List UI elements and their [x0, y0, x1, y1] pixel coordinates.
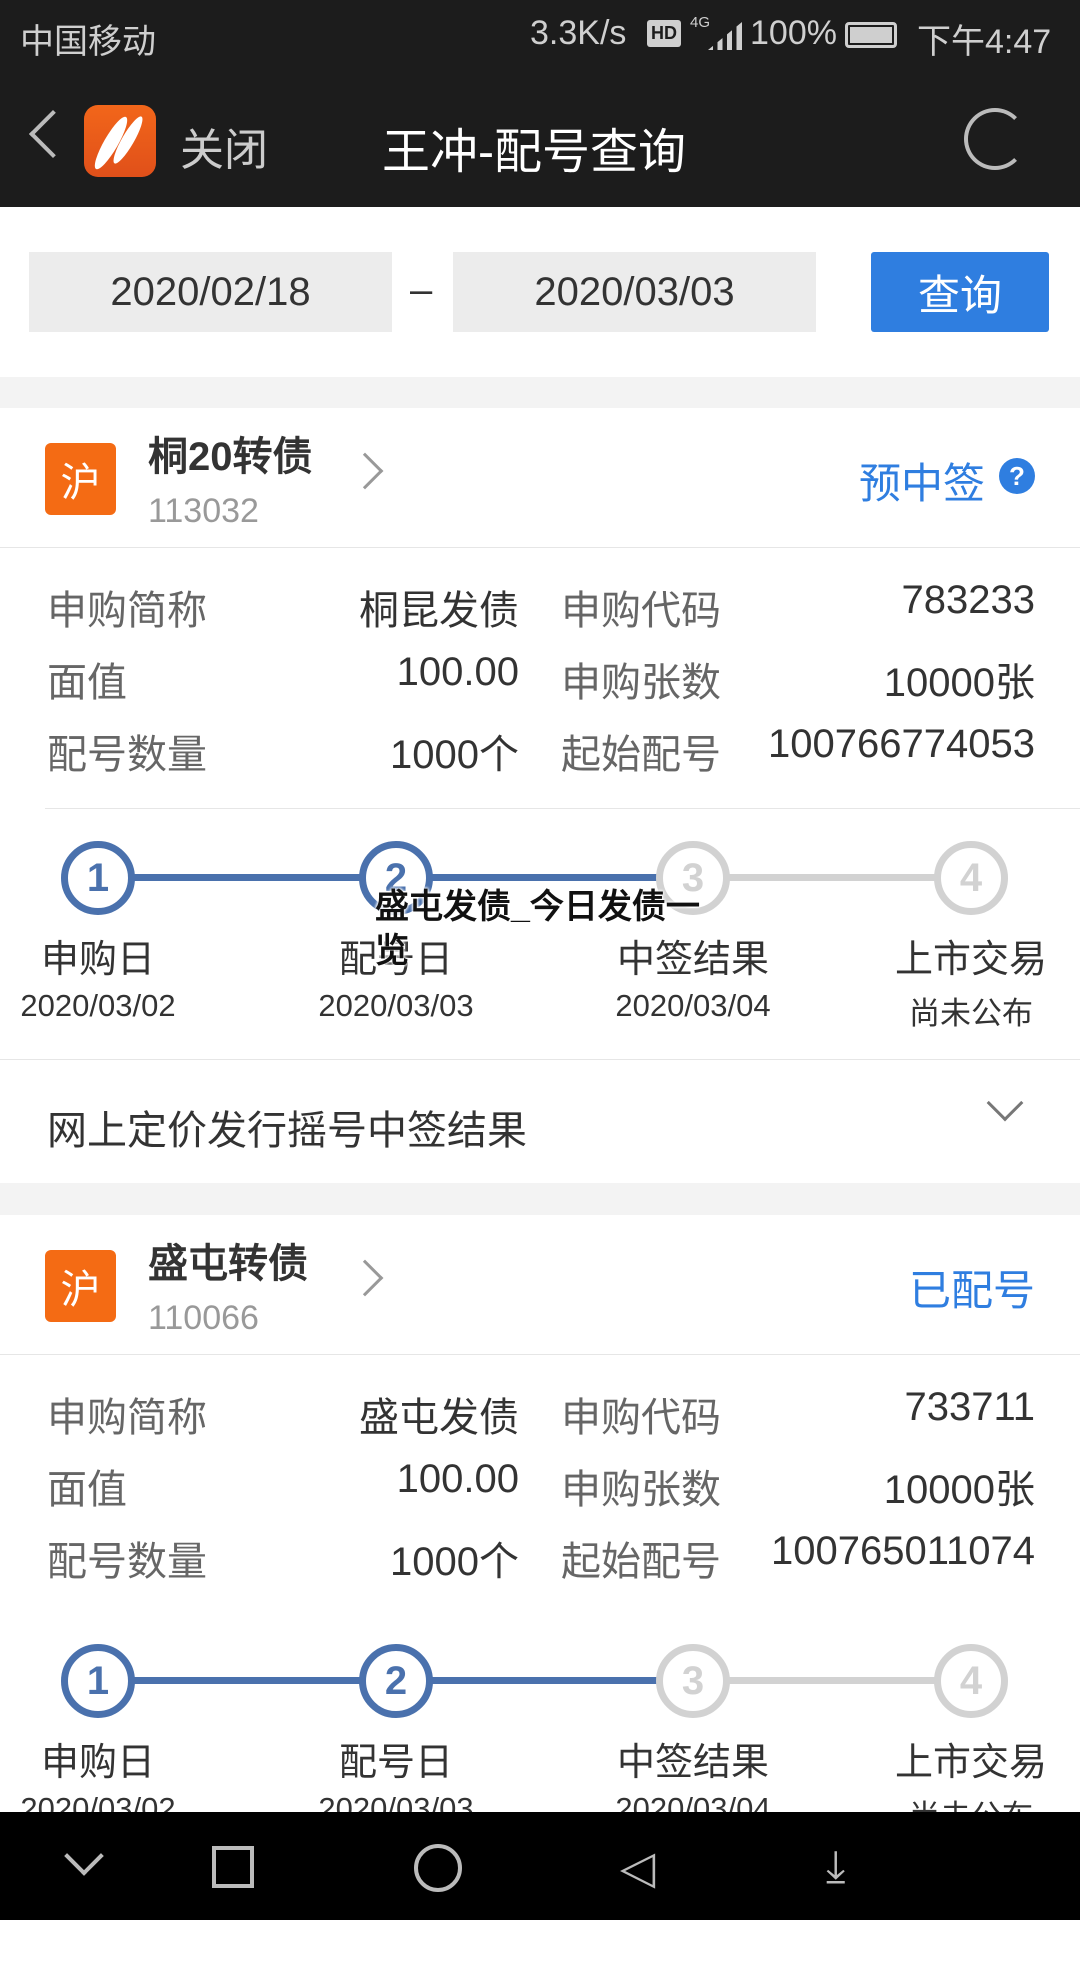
- field-label: 申购简称: [47, 1396, 207, 1440]
- network-icon: 4G: [690, 14, 711, 31]
- triangle-back-icon[interactable]: ◁: [620, 1842, 655, 1892]
- result-section-title: 网上定价发行摇号中签结果: [47, 1109, 527, 1153]
- date-separator: –: [410, 268, 433, 312]
- field-value: 100765011074: [771, 1529, 1035, 1573]
- step-connector: [693, 874, 971, 881]
- step-date: 2020/03/04: [615, 988, 771, 1023]
- step-connector: [98, 1677, 396, 1684]
- help-icon[interactable]: ?: [999, 458, 1035, 494]
- battery-percent: 100%: [750, 14, 837, 52]
- section-gap: [0, 1183, 1080, 1215]
- field-value: 100.00: [396, 650, 519, 694]
- section-gap: [0, 377, 1080, 408]
- field-value: 100766774053: [768, 722, 1035, 766]
- step-label: 申购日: [40, 939, 155, 981]
- step-label: 申购日: [40, 1742, 155, 1784]
- field-label: 起始配号: [561, 733, 721, 777]
- app-header: 关闭 王冲-配号查询: [0, 72, 1080, 207]
- system-nav-bar: ◁ ⤓: [0, 1812, 1080, 1920]
- clock: 下午4:47: [917, 23, 1052, 61]
- back-icon[interactable]: [28, 109, 78, 159]
- divider: [0, 547, 1080, 548]
- field-value: 10000张: [883, 661, 1035, 705]
- chevron-down-icon[interactable]: [64, 1836, 104, 1876]
- step-label: 配号日: [338, 1742, 453, 1784]
- net-speed: 3.3K/s: [530, 14, 627, 52]
- field-label: 面值: [47, 1468, 127, 1512]
- carrier: 中国移动: [20, 23, 156, 61]
- exchange-badge: 沪: [45, 443, 116, 515]
- chevron-down-icon[interactable]: [986, 1084, 1024, 1122]
- step-date: 2020/03/02: [20, 988, 176, 1023]
- field-label: 起始配号: [561, 1540, 721, 1584]
- chevron-right-icon[interactable]: [346, 452, 384, 490]
- field-label: 申购简称: [47, 589, 207, 633]
- step-label: 上市交易: [894, 1742, 1047, 1784]
- download-icon[interactable]: ⤓: [826, 1842, 845, 1892]
- hd-icon: HD: [647, 20, 681, 47]
- battery-icon: [845, 22, 897, 48]
- status-label: 预中签: [858, 460, 985, 507]
- step-connector: [396, 874, 693, 881]
- bond-name[interactable]: 桐20转债: [148, 424, 313, 482]
- field-value: 100.00: [396, 1457, 519, 1501]
- field-value: 783233: [901, 578, 1035, 622]
- end-date-input[interactable]: 2020/03/03: [453, 252, 816, 332]
- bond-code: 110066: [148, 1299, 259, 1337]
- step-circle: 2: [359, 1644, 433, 1718]
- step-connector: [396, 1677, 693, 1684]
- field-value: 10000张: [883, 1468, 1035, 1512]
- step-circle: 1: [61, 841, 135, 915]
- bond-code: 113032: [148, 492, 259, 530]
- square-icon[interactable]: [212, 1846, 254, 1888]
- divider: [0, 1354, 1080, 1355]
- refresh-icon[interactable]: [964, 108, 1026, 170]
- exchange-badge: 沪: [45, 1250, 116, 1322]
- signal-icon: [708, 22, 742, 50]
- close-button[interactable]: 关闭: [180, 114, 268, 178]
- query-button[interactable]: 查询: [871, 252, 1049, 332]
- field-value: 盛屯发债: [359, 1396, 519, 1440]
- field-value: 桐昆发债: [359, 589, 519, 633]
- step-circle: 3: [656, 1644, 730, 1718]
- page-title: 王冲-配号查询: [382, 126, 686, 179]
- bond-name[interactable]: 盛屯转债: [148, 1231, 308, 1289]
- field-label: 申购张数: [561, 1468, 721, 1512]
- status-bar: 中国移动 3.3K/s HD 4G 100% 下午4:47: [0, 0, 1080, 72]
- field-label: 面值: [47, 661, 127, 705]
- field-label: 配号数量: [47, 1540, 207, 1584]
- status-label: 已配号: [908, 1267, 1035, 1314]
- field-value: 1000个: [390, 1540, 519, 1584]
- step-label: 上市交易: [894, 939, 1047, 981]
- divider: [45, 808, 1080, 809]
- watermark-caption: 盛屯发债_今日发债一览: [375, 888, 700, 970]
- bond-card: 沪 桐20转债 113032 预中签 ? 申购简称 桐昆发债 申购代码 7832…: [0, 408, 1080, 1178]
- step-label: 中签结果: [616, 1742, 769, 1784]
- field-value: 1000个: [390, 733, 519, 777]
- field-label: 申购代码: [561, 589, 721, 633]
- step-circle: 4: [934, 1644, 1008, 1718]
- step-circle: 4: [934, 841, 1008, 915]
- field-label: 配号数量: [47, 733, 207, 777]
- circle-icon[interactable]: [414, 1844, 462, 1892]
- step-date: 尚未公布: [909, 996, 1033, 1031]
- chevron-right-icon[interactable]: [346, 1259, 384, 1297]
- step-circle: 1: [61, 1644, 135, 1718]
- field-label: 申购代码: [561, 1396, 721, 1440]
- field-label: 申购张数: [561, 661, 721, 705]
- step-connector: [98, 874, 396, 881]
- start-date-input[interactable]: 2020/02/18: [29, 252, 392, 332]
- app-logo: [84, 105, 156, 177]
- result-section-toggle[interactable]: 网上定价发行摇号中签结果: [0, 1060, 1080, 1183]
- step-connector: [693, 1677, 971, 1684]
- field-value: 733711: [904, 1385, 1035, 1429]
- step-date: 2020/03/03: [318, 988, 474, 1023]
